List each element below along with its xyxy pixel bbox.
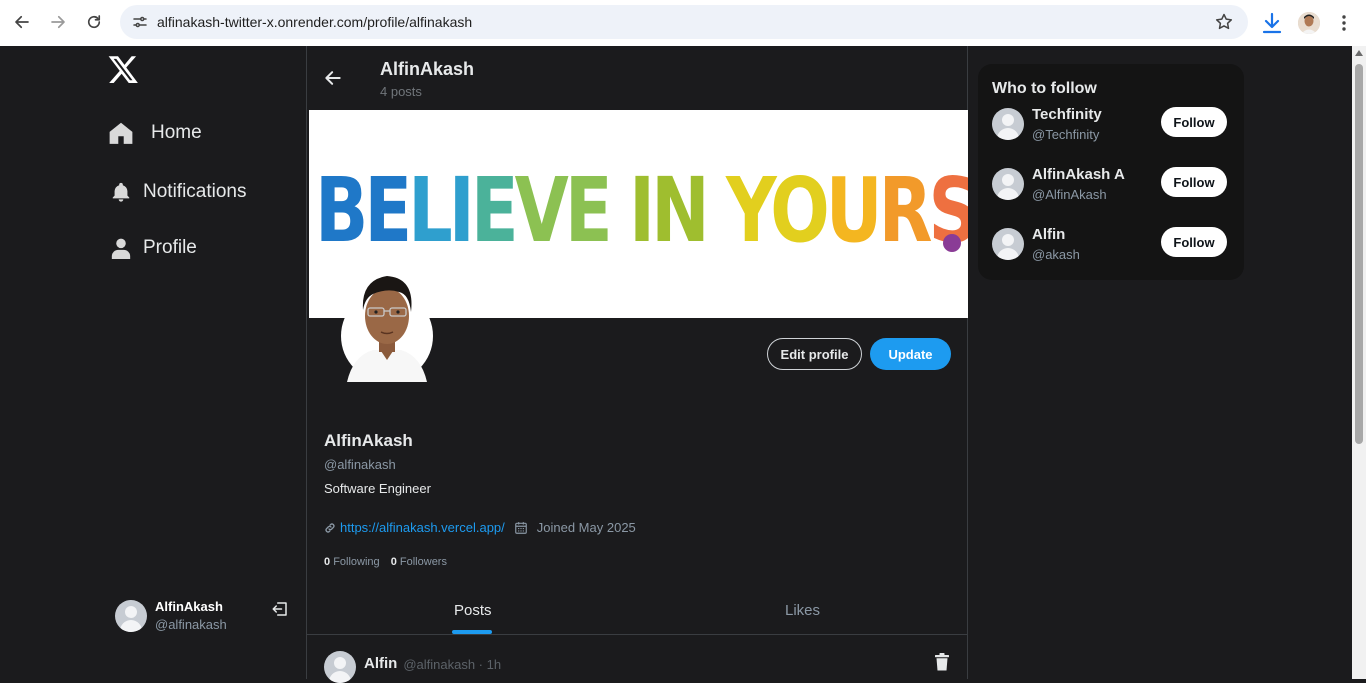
user-name: Techfinity xyxy=(1032,106,1102,123)
user-name: Alfin xyxy=(1032,226,1066,243)
banner-letters: IN xyxy=(629,158,710,263)
forward-button[interactable] xyxy=(40,4,76,40)
header-title: AlfinAkash xyxy=(380,59,475,79)
user-handle: @akash xyxy=(1032,247,1080,262)
arrow-left-icon xyxy=(15,15,29,29)
sidebar-item-label: Profile xyxy=(143,237,197,258)
update-button[interactable]: Update xyxy=(870,338,951,370)
back-arrow-icon[interactable] xyxy=(323,68,343,88)
page-scrollbar[interactable] xyxy=(1352,46,1366,679)
banner-letters: VE xyxy=(514,158,613,263)
site-info-icon[interactable] xyxy=(130,12,150,32)
scroll-thumb[interactable] xyxy=(1355,64,1363,444)
reload-button[interactable] xyxy=(76,4,112,40)
user-icon xyxy=(108,235,134,261)
x-logo-icon[interactable] xyxy=(108,56,138,84)
profile-bio: Software Engineer xyxy=(324,481,431,496)
divider xyxy=(307,634,967,635)
banner-letters: YO xyxy=(726,158,830,263)
post-meta: @alfinakash · 1h xyxy=(403,657,502,672)
following-label[interactable]: Following xyxy=(333,556,379,568)
followers-label[interactable]: Followers xyxy=(400,556,447,568)
user-handle: @Techfinity xyxy=(1032,127,1100,142)
post-author-name[interactable]: Alfin xyxy=(364,655,397,672)
trash-icon[interactable] xyxy=(934,653,950,671)
sidebar-item-home[interactable]: Home xyxy=(108,120,202,146)
avatar xyxy=(115,599,147,632)
scroll-up-icon[interactable] xyxy=(1355,50,1363,56)
banner-letters: E xyxy=(470,158,519,263)
reload-icon xyxy=(87,15,101,29)
follow-button[interactable]: Follow xyxy=(1161,107,1227,137)
banner-text: BELIEVE IN YOURSELF xyxy=(315,158,968,263)
link-icon xyxy=(325,522,335,533)
post-header: Alfin @alfinakash · 1h xyxy=(324,651,501,683)
sidebar-item-profile[interactable]: Profile xyxy=(108,235,197,261)
following-count[interactable]: 0 xyxy=(324,556,330,568)
banner-dot xyxy=(943,234,961,252)
followers-count[interactable]: 0 xyxy=(391,556,397,568)
app-page: Home Notifications Profile AlfinAkash @a… xyxy=(0,46,1352,683)
avatar xyxy=(992,108,1024,140)
avatar[interactable] xyxy=(324,651,356,683)
who-to-follow-title: Who to follow xyxy=(992,80,1097,97)
list-item[interactable]: Alfin @akash Follow xyxy=(992,226,1232,270)
banner-letters xyxy=(609,158,629,263)
sidebar-item-label: Home xyxy=(151,122,202,143)
tab-posts[interactable]: Posts xyxy=(454,602,492,619)
account-switcher[interactable]: AlfinAkash @alfinakash xyxy=(115,599,227,632)
home-icon xyxy=(108,120,134,146)
account-handle: @alfinakash xyxy=(155,617,227,632)
browser-toolbar: alfinakash-twitter-x.onrender.com/profil… xyxy=(0,0,1366,46)
follow-stats: 0 Following 0 Followers xyxy=(324,556,447,568)
avatar xyxy=(992,228,1024,260)
banner-letters: U xyxy=(825,158,883,263)
browser-profile-avatar[interactable] xyxy=(1298,12,1320,34)
header-post-count: 4 posts xyxy=(380,84,422,99)
url-text[interactable]: alfinakash-twitter-x.onrender.com/profil… xyxy=(157,14,472,30)
profile-photo[interactable] xyxy=(339,254,435,384)
bell-icon xyxy=(108,179,134,205)
account-name: AlfinAkash xyxy=(155,599,223,614)
download-icon[interactable] xyxy=(1261,11,1283,35)
banner-letters: LI xyxy=(408,158,475,263)
banner-letters xyxy=(706,158,726,263)
list-item[interactable]: AlfinAkash A @AlfinAkash Follow xyxy=(992,166,1232,210)
arrow-right-icon xyxy=(51,15,65,29)
bookmark-star-icon[interactable] xyxy=(1214,12,1234,32)
user-handle: @AlfinAkash xyxy=(1032,187,1107,202)
avatar xyxy=(992,168,1024,200)
profile-column: AlfinAkash 4 posts BELIEVE IN YOURSELF xyxy=(306,46,968,683)
browser-menu-icon[interactable] xyxy=(1334,12,1354,34)
back-button[interactable] xyxy=(4,4,40,40)
sidebar-item-notifications[interactable]: Notifications xyxy=(108,179,247,205)
logout-icon[interactable] xyxy=(271,600,289,618)
tab-likes[interactable]: Likes xyxy=(785,602,820,619)
banner-letters: BE xyxy=(315,158,412,263)
sidebar-item-label: Notifications xyxy=(143,181,247,202)
calendar-icon xyxy=(514,521,527,534)
profile-name: AlfinAkash xyxy=(324,431,413,450)
edit-profile-button[interactable]: Edit profile xyxy=(767,338,862,370)
website-link[interactable]: https://alfinakash.vercel.app/ xyxy=(340,520,505,535)
who-to-follow-panel: Who to follow Techfinity @Techfinity Fol… xyxy=(978,64,1244,280)
banner-letters: R xyxy=(878,158,933,263)
user-name: AlfinAkash A xyxy=(1032,166,1125,183)
joined-date: Joined May 2025 xyxy=(536,520,636,535)
profile-meta: https://alfinakash.vercel.app/ Joined Ma… xyxy=(324,520,636,535)
address-bar[interactable]: alfinakash-twitter-x.onrender.com/profil… xyxy=(120,5,1248,39)
follow-button[interactable]: Follow xyxy=(1161,227,1227,257)
follow-button[interactable]: Follow xyxy=(1161,167,1227,197)
profile-handle: @alfinakash xyxy=(324,457,396,472)
list-item[interactable]: Techfinity @Techfinity Follow xyxy=(992,106,1232,150)
